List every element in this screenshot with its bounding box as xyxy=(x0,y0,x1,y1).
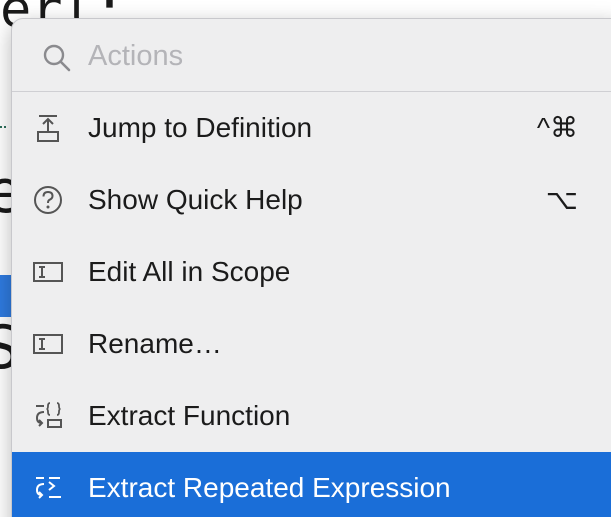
extract-function-icon xyxy=(32,400,64,432)
search-icon xyxy=(42,43,72,73)
menu-item-label: Extract Function xyxy=(88,400,291,431)
menu-item-label: Edit All in Scope xyxy=(88,256,291,287)
menu-item-shortcut: ^⌘ xyxy=(536,112,578,143)
menu-item-label: Show Quick Help xyxy=(88,184,303,215)
actions-menu: Jump to Definition ^⌘ Show Quick Help ⌥ xyxy=(12,92,611,517)
menu-item-extract-function[interactable]: Extract Function xyxy=(12,380,611,452)
menu-item-jump-to-definition[interactable]: Jump to Definition ^⌘ xyxy=(12,92,611,164)
menu-item-show-quick-help[interactable]: Show Quick Help ⌥ xyxy=(12,164,611,236)
text-cursor-box-icon xyxy=(32,328,64,360)
menu-item-label: Rename… xyxy=(88,328,222,359)
screen: erl: e S xyxy=(0,0,611,517)
menu-item-extract-repeated-expression[interactable]: Extract Repeated Expression xyxy=(12,452,611,517)
menu-item-label: Extract Repeated Expression xyxy=(88,472,451,503)
menu-item-label: Jump to Definition xyxy=(88,112,313,143)
text-cursor-box-icon xyxy=(32,256,64,288)
actions-search-bar xyxy=(12,19,611,91)
menu-item-rename[interactable]: Rename… xyxy=(12,308,611,380)
menu-item-edit-all-in-scope[interactable]: Edit All in Scope xyxy=(12,236,611,308)
extract-expression-icon xyxy=(32,472,64,504)
jump-to-definition-icon xyxy=(32,112,64,144)
actions-search-input[interactable] xyxy=(88,35,548,77)
actions-popup: Jump to Definition ^⌘ Show Quick Help ⌥ xyxy=(11,18,611,517)
editor-issue-underline xyxy=(0,86,6,128)
question-circle-icon xyxy=(32,184,64,216)
menu-item-shortcut: ⌥ xyxy=(545,184,578,215)
